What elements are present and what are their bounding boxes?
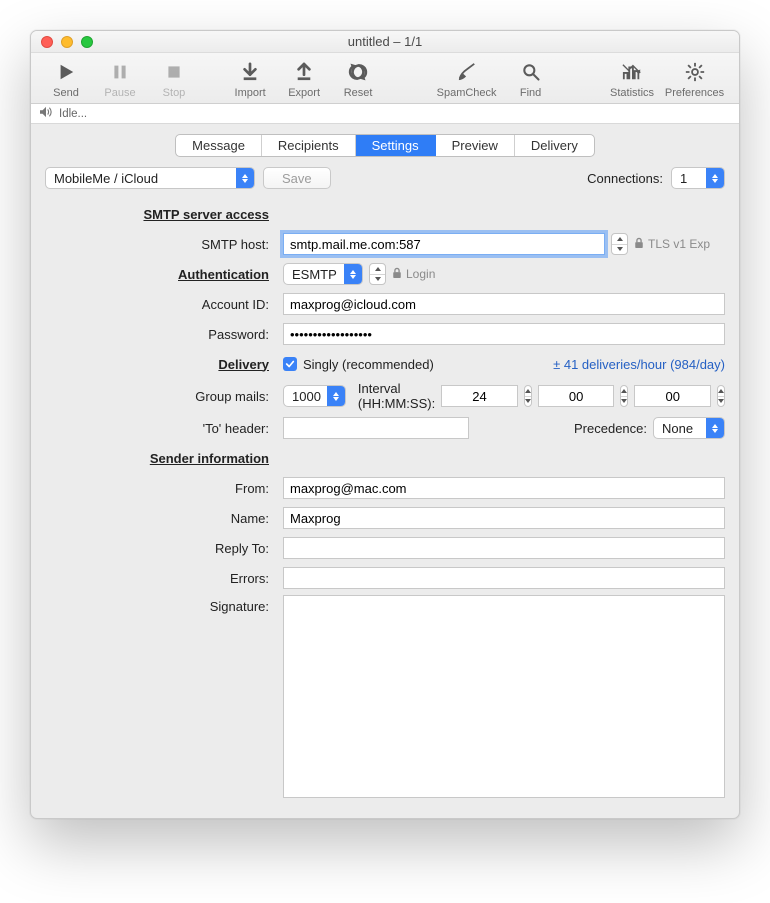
pause-icon	[106, 59, 134, 85]
label-to-header: 'To' header:	[45, 421, 275, 436]
tab-recipients[interactable]: Recipients	[262, 135, 356, 156]
smtp-host-input[interactable]	[283, 233, 605, 255]
label-account-id: Account ID:	[45, 297, 275, 312]
tab-preview[interactable]: Preview	[436, 135, 515, 156]
password-input[interactable]	[283, 323, 725, 345]
stop-button[interactable]: Stop	[149, 59, 199, 99]
stop-icon	[160, 59, 188, 85]
section-sender: Sender information	[45, 451, 275, 466]
to-header-input[interactable]	[283, 417, 469, 439]
label-precedence: Precedence:	[574, 421, 647, 436]
app-window: untitled – 1/1 Send Pause Stop	[30, 30, 740, 819]
label-smtp-host: SMTP host:	[45, 237, 275, 252]
search-icon	[517, 59, 545, 85]
interval-mm-input[interactable]	[538, 385, 615, 407]
zoom-window-icon[interactable]	[81, 36, 93, 48]
label-signature: Signature:	[45, 595, 275, 614]
chevron-updown-icon	[327, 386, 345, 406]
interval-hh-input[interactable]	[441, 385, 518, 407]
status-text: Idle...	[59, 108, 87, 120]
titlebar: untitled – 1/1	[31, 31, 739, 53]
section-auth: Authentication	[45, 267, 275, 282]
label-errors: Errors:	[45, 571, 275, 586]
name-input[interactable]	[283, 507, 725, 529]
login-indicator: Login	[392, 267, 435, 282]
smtp-host-stepper[interactable]	[611, 233, 628, 255]
tab-bar: Message Recipients Settings Preview Deli…	[31, 124, 739, 165]
spamcheck-button[interactable]: SpamCheck	[432, 59, 502, 99]
connections-select[interactable]: 1	[671, 167, 725, 189]
toolbar: Send Pause Stop Import	[31, 53, 739, 104]
close-window-icon[interactable]	[41, 36, 53, 48]
chart-icon	[618, 59, 646, 85]
section-smtp: SMTP server access	[45, 207, 275, 222]
from-input[interactable]	[283, 477, 725, 499]
preferences-button[interactable]: Preferences	[660, 59, 729, 99]
statistics-button[interactable]: Statistics	[604, 59, 660, 99]
reply-to-input[interactable]	[283, 537, 725, 559]
gear-icon	[681, 59, 709, 85]
play-icon	[52, 59, 80, 85]
auth-mode-select[interactable]: ESMTP	[283, 263, 363, 285]
brush-icon	[453, 59, 481, 85]
precedence-select[interactable]: None	[653, 417, 725, 439]
save-button[interactable]: Save	[263, 167, 331, 189]
tls-indicator: TLS v1 Exp	[634, 237, 710, 252]
group-mails-select[interactable]: 1000	[283, 385, 346, 407]
interval-mm-stepper[interactable]	[620, 385, 628, 407]
label-group-mails: Group mails:	[45, 389, 275, 404]
chevron-updown-icon	[236, 168, 254, 188]
tab-message[interactable]: Message	[176, 135, 262, 156]
status-bar: Idle...	[31, 104, 739, 124]
account-select[interactable]: MobileMe / iCloud	[45, 167, 255, 189]
interval-hh-stepper[interactable]	[524, 385, 532, 407]
minimize-window-icon[interactable]	[61, 36, 73, 48]
chevron-updown-icon	[706, 418, 724, 438]
lock-icon	[634, 237, 644, 252]
tab-settings[interactable]: Settings	[356, 135, 436, 156]
export-button[interactable]: Export	[279, 59, 329, 99]
reset-button[interactable]: Reset	[333, 59, 383, 99]
find-button[interactable]: Find	[506, 59, 556, 99]
section-delivery: Delivery	[45, 357, 275, 372]
send-button[interactable]: Send	[41, 59, 91, 99]
label-password: Password:	[45, 327, 275, 342]
import-button[interactable]: Import	[225, 59, 275, 99]
chevron-updown-icon	[706, 168, 724, 188]
connections-label: Connections:	[587, 171, 663, 186]
label-reply-to: Reply To:	[45, 541, 275, 556]
interval-ss-input[interactable]	[634, 385, 711, 407]
singly-checkbox[interactable]	[283, 357, 297, 371]
lock-icon	[392, 267, 402, 282]
singly-label: Singly (recommended)	[303, 357, 434, 372]
chevron-updown-icon	[344, 264, 362, 284]
signature-textarea[interactable]	[283, 595, 725, 798]
reset-icon	[344, 59, 372, 85]
label-interval: Interval (HH:MM:SS):	[358, 381, 435, 411]
label-name: Name:	[45, 511, 275, 526]
delivery-rate: ± 41 deliveries/hour (984/day)	[553, 357, 725, 372]
tab-delivery[interactable]: Delivery	[515, 135, 594, 156]
arrow-up-icon	[290, 59, 318, 85]
errors-input[interactable]	[283, 567, 725, 589]
interval-ss-stepper[interactable]	[717, 385, 725, 407]
label-from: From:	[45, 481, 275, 496]
auth-stepper[interactable]	[369, 263, 386, 285]
window-title: untitled – 1/1	[31, 34, 739, 49]
arrow-down-icon	[236, 59, 264, 85]
account-id-input[interactable]	[283, 293, 725, 315]
speaker-icon[interactable]	[39, 106, 53, 121]
pause-button[interactable]: Pause	[95, 59, 145, 99]
